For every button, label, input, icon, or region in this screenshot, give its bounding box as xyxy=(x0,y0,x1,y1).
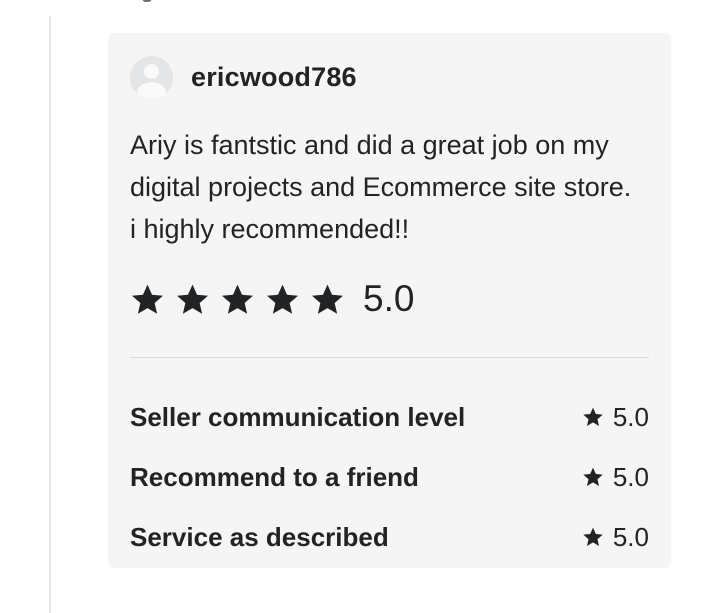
criterion-score: 5.0 xyxy=(582,402,649,433)
criterion-seller-communication: Seller communication level 5.0 xyxy=(130,387,649,447)
review-text: Ariy is fantstic and did a great job on … xyxy=(130,130,632,244)
rating-divider xyxy=(130,357,649,358)
star-icon xyxy=(130,282,165,317)
overall-rating-value: 5.0 xyxy=(363,278,415,319)
criterion-label: Service as described xyxy=(130,521,389,552)
criterion-score: 5.0 xyxy=(582,462,649,493)
avatar-head xyxy=(144,64,159,79)
criterion-score-value: 5.0 xyxy=(612,521,649,552)
criterion-label: Recommend to a friend xyxy=(130,461,419,492)
review-card: ericwood786 Ariy is fantstic and did a g… xyxy=(108,33,671,568)
review-section: ericwood786 Ariy is fantstic and did a g… xyxy=(0,0,720,613)
star-icon xyxy=(582,406,604,428)
previous-content-fragment xyxy=(142,0,152,2)
avatar-body xyxy=(137,82,166,99)
star-icon xyxy=(220,282,255,317)
reviewer-header: ericwood786 xyxy=(130,56,357,99)
star-icon xyxy=(175,282,210,317)
rating-breakdown: Seller communication level 5.0 Recommend… xyxy=(130,387,649,567)
star-icon xyxy=(265,282,300,317)
star-icon xyxy=(582,526,604,548)
criterion-score-value: 5.0 xyxy=(612,401,649,432)
criterion-label: Seller communication level xyxy=(130,401,466,432)
star-icon xyxy=(582,466,604,488)
overall-rating: 5.0 xyxy=(130,278,414,320)
criterion-score: 5.0 xyxy=(582,522,649,553)
star-rating xyxy=(130,282,355,317)
thread-line xyxy=(49,16,51,613)
criterion-recommend: Recommend to a friend 5.0 xyxy=(130,447,649,507)
reviewer-username[interactable]: ericwood786 xyxy=(191,62,357,93)
star-icon xyxy=(310,282,345,317)
criterion-score-value: 5.0 xyxy=(612,461,649,492)
criterion-service-as-described: Service as described 5.0 xyxy=(130,507,649,567)
user-placeholder-icon[interactable] xyxy=(130,56,173,99)
